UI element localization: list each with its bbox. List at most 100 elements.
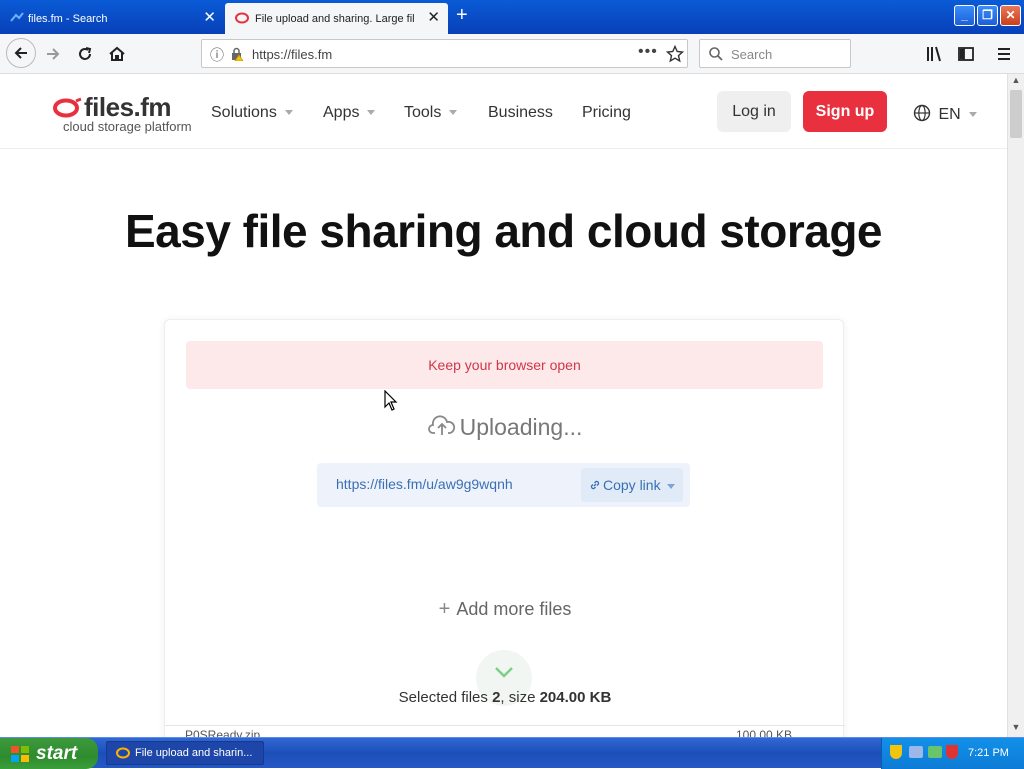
nav-label: Solutions [211, 104, 277, 121]
selected-label: Selected files [398, 689, 493, 706]
start-label: start [36, 743, 78, 764]
windows-taskbar: start File upload and sharin... 7:21 PM [0, 737, 1024, 769]
nav-tools[interactable]: Tools [404, 104, 458, 122]
back-arrow-icon [14, 47, 27, 59]
browser-toolbar: ⓘ https://files.fm ••• Search [0, 34, 1024, 74]
chevron-down-icon [284, 110, 293, 116]
page-actions-icon[interactable]: ••• [638, 43, 658, 61]
tab-search[interactable]: files.fm - Search ✕ [0, 3, 224, 34]
nav-label: Pricing [582, 104, 631, 121]
keep-browser-open-alert: Keep your browser open [186, 341, 823, 389]
files-fm-favicon [235, 12, 249, 24]
new-tab-button[interactable]: + [456, 5, 476, 27]
language-selector[interactable]: EN [913, 104, 977, 124]
system-tray: 7:21 PM [881, 738, 1024, 769]
nav-solutions[interactable]: Solutions [211, 104, 293, 122]
close-tab-icon[interactable]: ✕ [427, 10, 440, 25]
logo-tagline: cloud storage platform [63, 119, 192, 134]
chevron-down-icon [968, 112, 977, 118]
total-size: 204.00 KB [539, 689, 612, 706]
globe-icon [913, 104, 931, 122]
signup-button[interactable]: Sign up [803, 91, 887, 132]
page-title: Easy file sharing and cloud storage [124, 205, 883, 257]
login-button[interactable]: Log in [717, 91, 791, 132]
close-window-button[interactable]: ✕ [1000, 5, 1021, 26]
network-icon[interactable] [909, 746, 923, 758]
page-viewport: files.fm cloud storage platform Solution… [0, 74, 1007, 737]
logo-icon [53, 97, 82, 118]
chevron-down-icon [495, 667, 513, 678]
url-text[interactable]: https://files.fm [252, 47, 332, 62]
back-button[interactable] [6, 38, 36, 68]
file-name: P0SReady.zip [185, 728, 261, 737]
file-row: P0SReady.zip 100.00 KB [185, 728, 825, 737]
close-tab-icon[interactable]: ✕ [203, 10, 216, 25]
forward-arrow-icon [47, 48, 60, 60]
chevron-down-icon [449, 110, 458, 116]
selected-files-summary: Selected files 2, size 204.00 KB [165, 689, 845, 706]
minimize-button[interactable]: _ [954, 5, 975, 26]
start-button[interactable]: start [0, 738, 98, 769]
search-tab-icon [10, 12, 24, 22]
copy-link-button[interactable]: Copy link [581, 468, 683, 502]
insecure-lock-icon[interactable] [230, 47, 244, 61]
nav-label: Tools [404, 104, 442, 121]
nav-pricing[interactable]: Pricing [582, 104, 631, 122]
mouse-cursor-icon [384, 390, 398, 411]
connection-icon[interactable] [928, 746, 942, 758]
nav-apps[interactable]: Apps [323, 104, 376, 122]
library-icon[interactable] [925, 45, 943, 63]
chevron-down-icon [666, 483, 675, 489]
sidebar-toggle-icon[interactable] [957, 45, 975, 63]
file-size: 100.00 KB [736, 728, 793, 737]
size-label: , size [500, 689, 540, 706]
info-icon[interactable]: ⓘ [210, 45, 224, 65]
search-icon [709, 47, 723, 61]
upload-card: Keep your browser open Uploading... http… [164, 319, 845, 737]
scroll-up-arrow-icon[interactable]: ▲ [1009, 75, 1023, 89]
alert-shield-icon[interactable] [946, 745, 958, 759]
share-link-box: https://files.fm/u/aw9g9wqnh Copy link [317, 463, 690, 507]
tab-title: files.fm - Search [28, 12, 108, 25]
upload-status-text: Uploading... [459, 414, 583, 440]
file-list-divider [165, 725, 845, 726]
home-button[interactable] [104, 41, 130, 67]
add-more-files-button[interactable]: + Add more files [165, 598, 845, 621]
search-bar[interactable]: Search [699, 39, 851, 68]
restore-button[interactable]: ❐ [977, 5, 998, 26]
reload-button[interactable] [72, 41, 98, 67]
cloud-upload-icon [427, 415, 455, 435]
nav-label: Business [488, 104, 553, 121]
tab-title: File upload and sharing. Large file t [255, 12, 415, 25]
scroll-thumb[interactable] [1010, 90, 1022, 138]
menu-icon[interactable] [996, 46, 1012, 62]
security-shield-icon[interactable] [890, 745, 902, 759]
taskbar-item-label: File upload and sharin... [135, 747, 253, 759]
clock: 7:21 PM [968, 747, 1009, 759]
site-header: files.fm cloud storage platform Solution… [0, 74, 1007, 149]
taskbar-item-browser[interactable]: File upload and sharin... [106, 741, 264, 765]
copy-link-label: Copy link [603, 477, 661, 493]
home-icon [109, 46, 125, 61]
vertical-scrollbar[interactable]: ▲ ▼ [1007, 74, 1024, 737]
bookmark-star-icon[interactable] [666, 45, 684, 63]
language-label: EN [938, 106, 961, 123]
browser-title-bar: files.fm - Search ✕ File upload and shar… [0, 0, 1024, 34]
chevron-down-icon [367, 110, 376, 116]
url-bar[interactable]: ⓘ https://files.fm ••• [201, 39, 688, 68]
tab-files-fm[interactable]: File upload and sharing. Large file t ✕ [225, 3, 448, 34]
share-link[interactable]: https://files.fm/u/aw9g9wqnh [336, 476, 513, 492]
link-icon [590, 480, 600, 490]
upload-status: Uploading... [165, 414, 845, 441]
plus-icon: + [438, 598, 451, 620]
nav-label: Apps [323, 104, 360, 121]
site-logo[interactable]: files.fm cloud storage platform [52, 92, 192, 134]
forward-button[interactable] [40, 41, 66, 67]
nav-business[interactable]: Business [488, 104, 553, 122]
scroll-down-arrow-icon[interactable]: ▼ [1009, 722, 1023, 736]
windows-logo-icon [11, 746, 29, 762]
reload-icon [79, 47, 92, 60]
add-more-label: Add more files [456, 599, 572, 619]
search-placeholder: Search [731, 47, 773, 62]
browser-app-icon [116, 747, 130, 759]
